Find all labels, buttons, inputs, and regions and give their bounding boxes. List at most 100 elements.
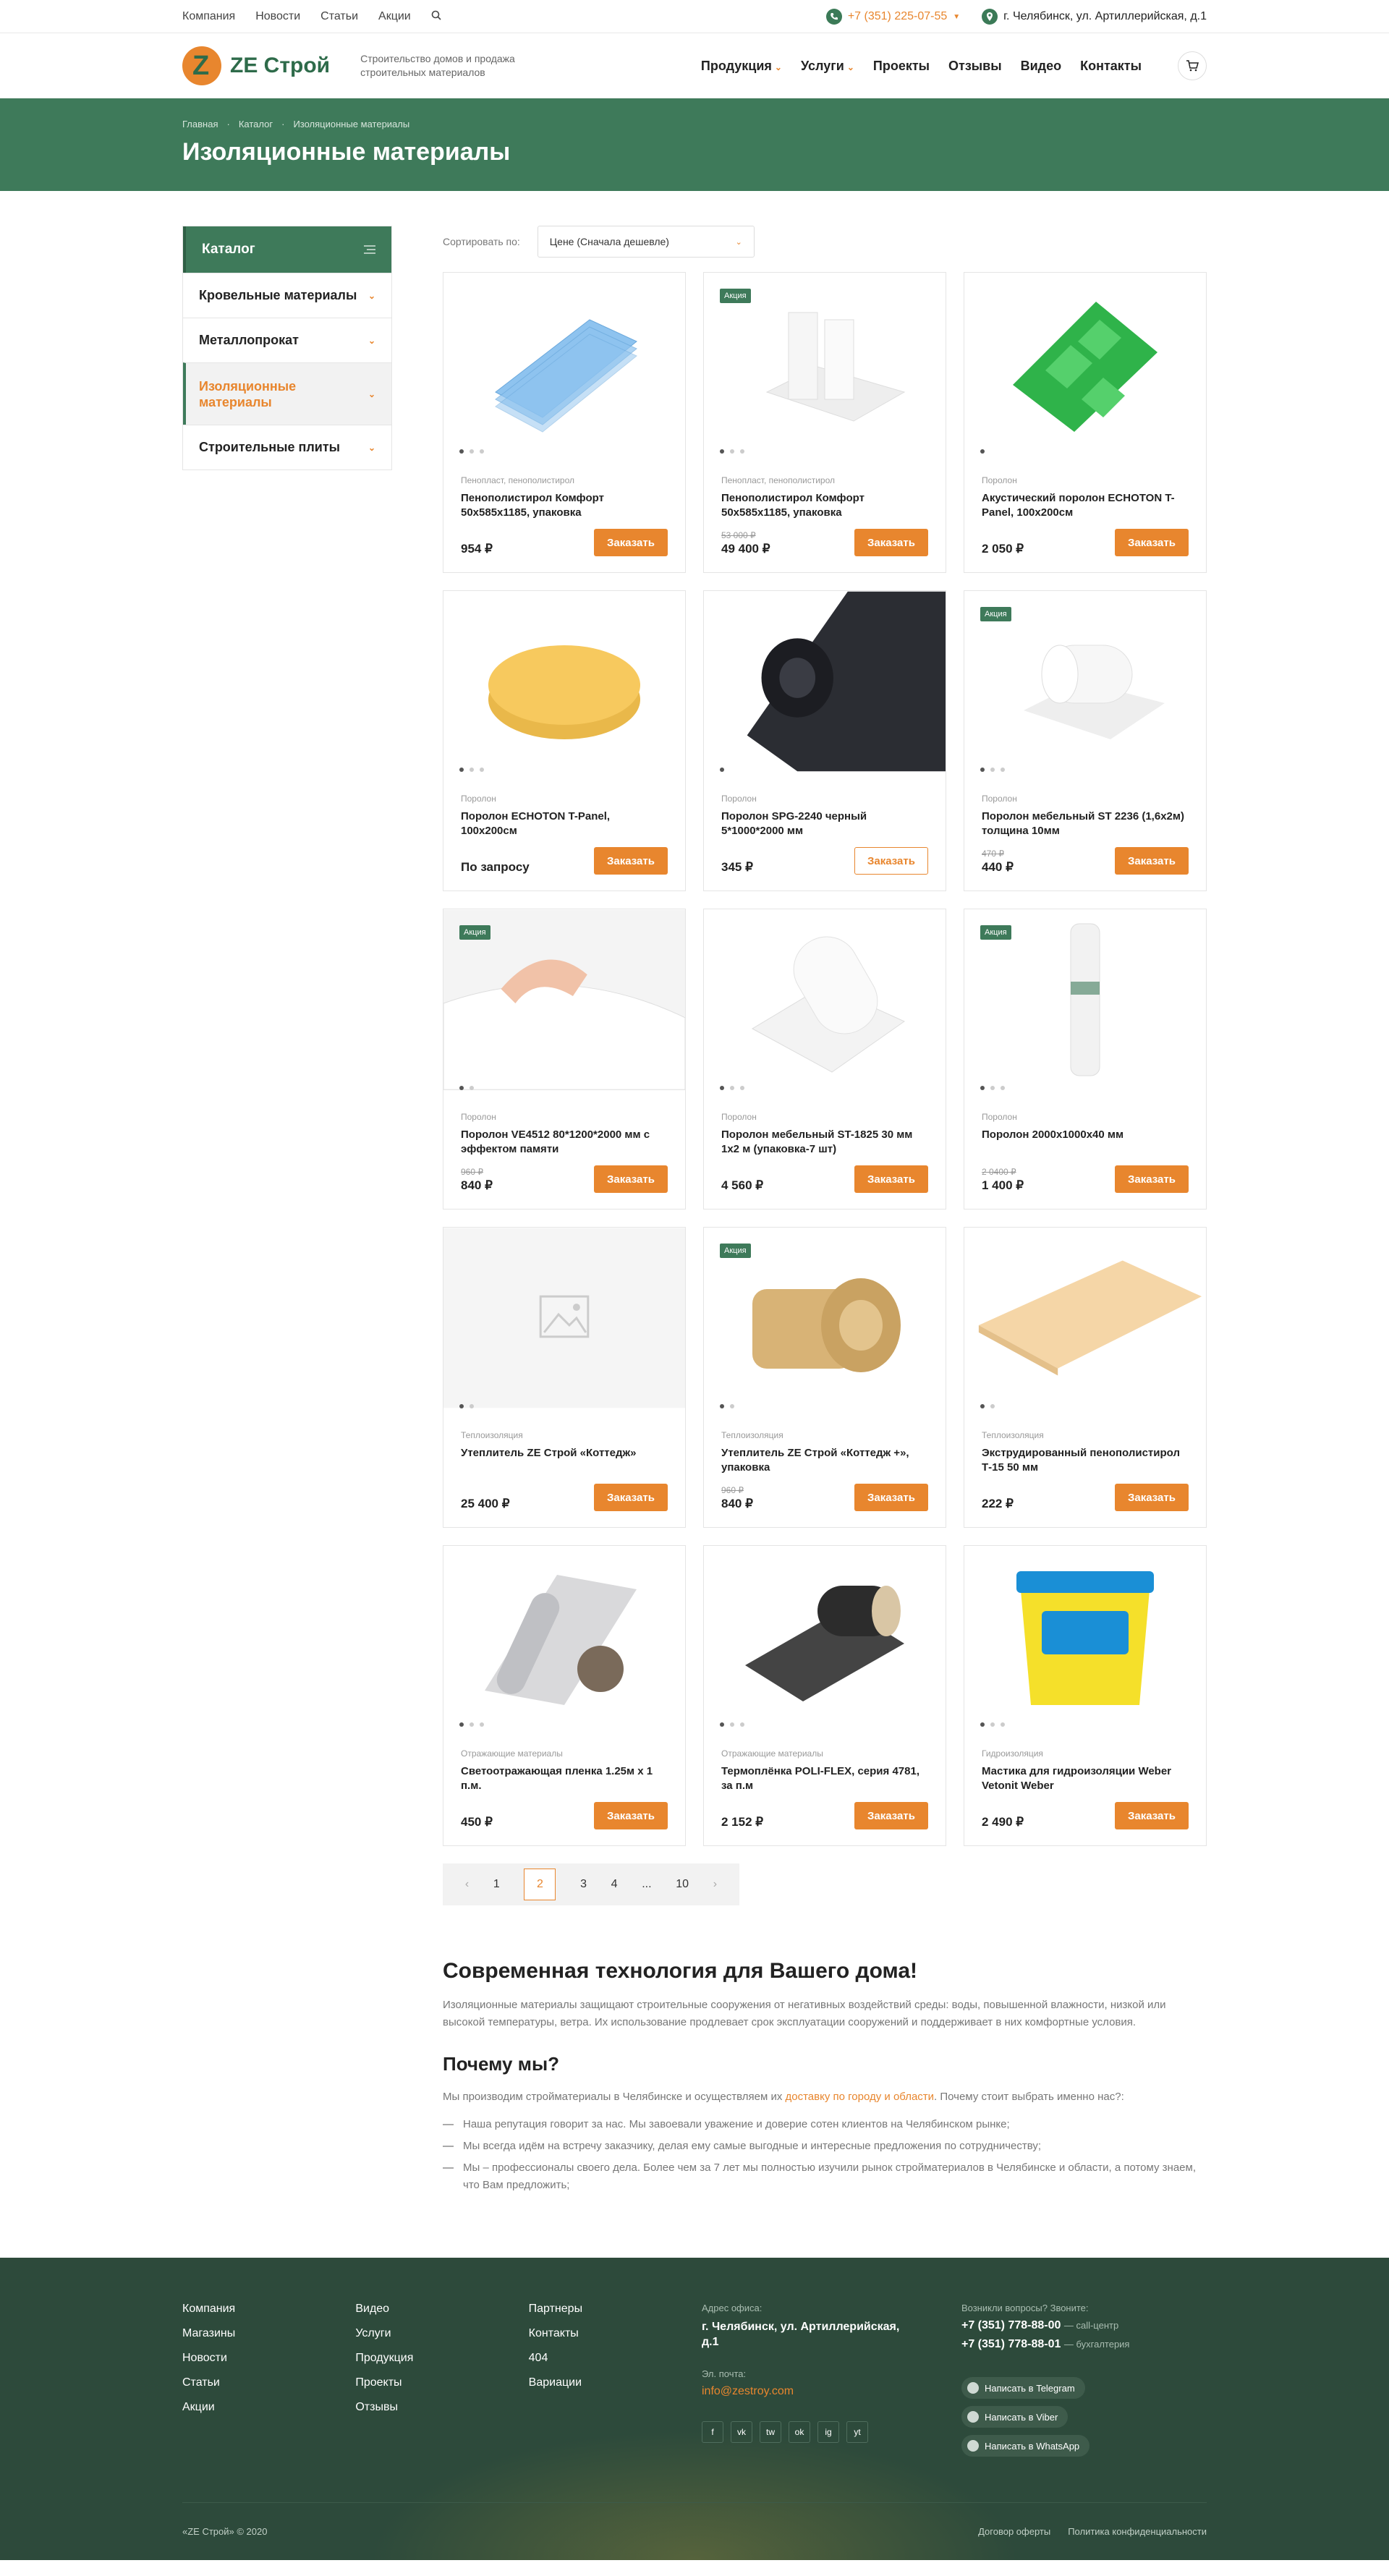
nav-products[interactable]: Продукция ⌄ — [701, 59, 782, 74]
facebook-icon[interactable]: f — [701, 2421, 723, 2443]
slider-dot[interactable] — [459, 449, 464, 454]
whatsapp-button[interactable]: Написать в WhatsApp — [961, 2435, 1090, 2457]
product-image[interactable]: Акция — [964, 591, 1206, 772]
slider-dot[interactable] — [730, 1086, 734, 1090]
product-card[interactable]: Акция Теплоизоляция Утеплитель ZE Строй «К… — [703, 1227, 946, 1528]
slider-dot[interactable] — [990, 768, 995, 772]
footer-email[interactable]: info@zestroy.com — [702, 2385, 961, 2398]
slider-dot[interactable] — [720, 449, 724, 454]
slider-dot[interactable] — [480, 449, 484, 454]
order-button[interactable]: Заказать — [854, 1484, 928, 1511]
slider-dot[interactable] — [459, 768, 464, 772]
product-image[interactable] — [704, 591, 946, 772]
search-icon[interactable] — [431, 10, 441, 24]
order-button[interactable]: Заказать — [854, 1802, 928, 1829]
sidebar-header[interactable]: Каталог — [183, 226, 391, 273]
pagination-page[interactable]: 10 — [676, 1878, 689, 1891]
logo[interactable]: ZE Строй — [182, 46, 330, 85]
order-button[interactable]: Заказать — [854, 1165, 928, 1193]
telegram-button[interactable]: Написать в Telegram — [961, 2377, 1085, 2399]
slider-dot[interactable] — [990, 1086, 995, 1090]
slider-dot[interactable] — [1001, 1086, 1005, 1090]
topnav-company[interactable]: Компания — [182, 10, 235, 23]
footer-link[interactable]: Видео — [355, 2303, 528, 2316]
cart-button[interactable] — [1178, 51, 1207, 80]
breadcrumb-home[interactable]: Главная — [182, 119, 218, 129]
slider-dot[interactable] — [720, 1086, 724, 1090]
topnav-news[interactable]: Новости — [255, 10, 300, 23]
footer-link[interactable]: 404 — [529, 2352, 702, 2365]
sidebar-item-insulation[interactable]: Изоляционные материалы ⌄ — [183, 362, 391, 425]
pagination-page-current[interactable]: 2 — [524, 1869, 556, 1900]
product-title[interactable]: Мастика для гидроизоляции Weber Vetonit … — [982, 1764, 1189, 1795]
product-image[interactable]: Акция — [443, 909, 685, 1090]
product-card[interactable]: Акция Поролон Поролон 2000х1000х40 мм 2 040… — [964, 909, 1207, 1210]
order-button[interactable]: Заказать — [1115, 1484, 1189, 1511]
product-card[interactable]: Поролон Поролон мебельный ST-1825 30 мм 1… — [703, 909, 946, 1210]
product-card[interactable]: Поролон Поролон SPG-2240 черный 5*1000*20… — [703, 590, 946, 891]
footer-link[interactable]: Услуги — [355, 2327, 528, 2340]
product-card[interactable]: Поролон Поролон ECHOTON T-Panel, 100х200с… — [443, 590, 686, 891]
product-image[interactable] — [443, 1546, 685, 1727]
nav-video[interactable]: Видео — [1021, 59, 1062, 74]
order-button[interactable]: Заказать — [594, 1484, 668, 1511]
slider-dot[interactable] — [730, 1404, 734, 1408]
product-title[interactable]: Термоплёнка POLI-FLEX, серия 4781, за п.… — [721, 1764, 928, 1795]
product-card[interactable]: Теплоизоляция Экструдированный пенополист… — [964, 1227, 1207, 1528]
product-image[interactable]: Акция — [964, 909, 1206, 1090]
footer-link[interactable]: Проекты — [355, 2376, 528, 2389]
product-title[interactable]: Поролон 2000х1000х40 мм — [982, 1128, 1189, 1158]
product-card[interactable]: Поролон Акустический поролон ECHOTON T-Pa… — [964, 272, 1207, 573]
slider-dot[interactable] — [720, 1404, 724, 1408]
slider-dot[interactable] — [459, 1404, 464, 1408]
slider-dot[interactable] — [720, 768, 724, 772]
product-image[interactable] — [443, 1228, 685, 1408]
slider-dot[interactable] — [990, 1404, 995, 1408]
delivery-link[interactable]: доставку по городу и области — [786, 2091, 935, 2103]
footer-link[interactable]: Отзывы — [355, 2401, 528, 2414]
slider-dot[interactable] — [470, 1404, 474, 1408]
order-button[interactable]: Заказать — [1115, 847, 1189, 875]
product-image[interactable] — [964, 273, 1206, 454]
slider-dot[interactable] — [480, 768, 484, 772]
footer-link[interactable]: Новости — [182, 2352, 355, 2365]
nav-services[interactable]: Услуги ⌄ — [801, 59, 854, 74]
product-card[interactable]: Теплоизоляция Утеплитель ZE Строй «Коттед… — [443, 1227, 686, 1528]
privacy-link[interactable]: Политика конфиденциальности — [1068, 2526, 1207, 2537]
slider-dot[interactable] — [980, 1404, 985, 1408]
nav-contacts[interactable]: Контакты — [1080, 59, 1142, 74]
slider-dot[interactable] — [480, 1722, 484, 1727]
product-card[interactable]: Пенопласт, пенополистирол Пенополистирол … — [443, 272, 686, 573]
pagination-page[interactable]: 3 — [580, 1878, 587, 1891]
order-button[interactable]: Заказать — [594, 1802, 668, 1829]
product-image[interactable] — [964, 1228, 1206, 1408]
product-card[interactable]: Отражающие материалы Светоотражающая плен… — [443, 1545, 686, 1846]
footer-link[interactable]: Продукция — [355, 2352, 528, 2365]
product-image[interactable] — [704, 1546, 946, 1727]
footer-link[interactable]: Компания — [182, 2303, 355, 2316]
slider-dot[interactable] — [730, 449, 734, 454]
odnoklassniki-icon[interactable]: ok — [788, 2421, 810, 2443]
nav-reviews[interactable]: Отзывы — [948, 59, 1002, 74]
product-image[interactable]: Акция — [704, 1228, 946, 1408]
product-card[interactable]: Гидроизоляция Мастика для гидроизоляции W… — [964, 1545, 1207, 1846]
pagination-page[interactable]: 4 — [611, 1878, 618, 1891]
product-image[interactable] — [443, 591, 685, 772]
product-image[interactable] — [964, 1546, 1206, 1727]
nav-projects[interactable]: Проекты — [873, 59, 930, 74]
slider-dot[interactable] — [1001, 768, 1005, 772]
slider-dot[interactable] — [990, 1722, 995, 1727]
order-button[interactable]: Заказать — [594, 847, 668, 875]
pagination-next[interactable]: › — [713, 1878, 717, 1891]
product-image[interactable]: Акция — [704, 273, 946, 454]
product-title[interactable]: Светоотражающая пленка 1.25м х 1 п.м. — [461, 1764, 668, 1795]
footer-link[interactable]: Магазины — [182, 2327, 355, 2340]
slider-dot[interactable] — [980, 1722, 985, 1727]
product-title[interactable]: Поролон мебельный ST-1825 30 мм 1х2 м (у… — [721, 1128, 928, 1158]
order-button[interactable]: Заказать — [1115, 529, 1189, 556]
slider-dot[interactable] — [730, 1722, 734, 1727]
product-title[interactable]: Утеплитель ZE Строй «Коттедж» — [461, 1446, 668, 1476]
slider-dot[interactable] — [740, 1086, 744, 1090]
topnav-promos[interactable]: Акции — [378, 10, 411, 23]
slider-dot[interactable] — [740, 449, 744, 454]
